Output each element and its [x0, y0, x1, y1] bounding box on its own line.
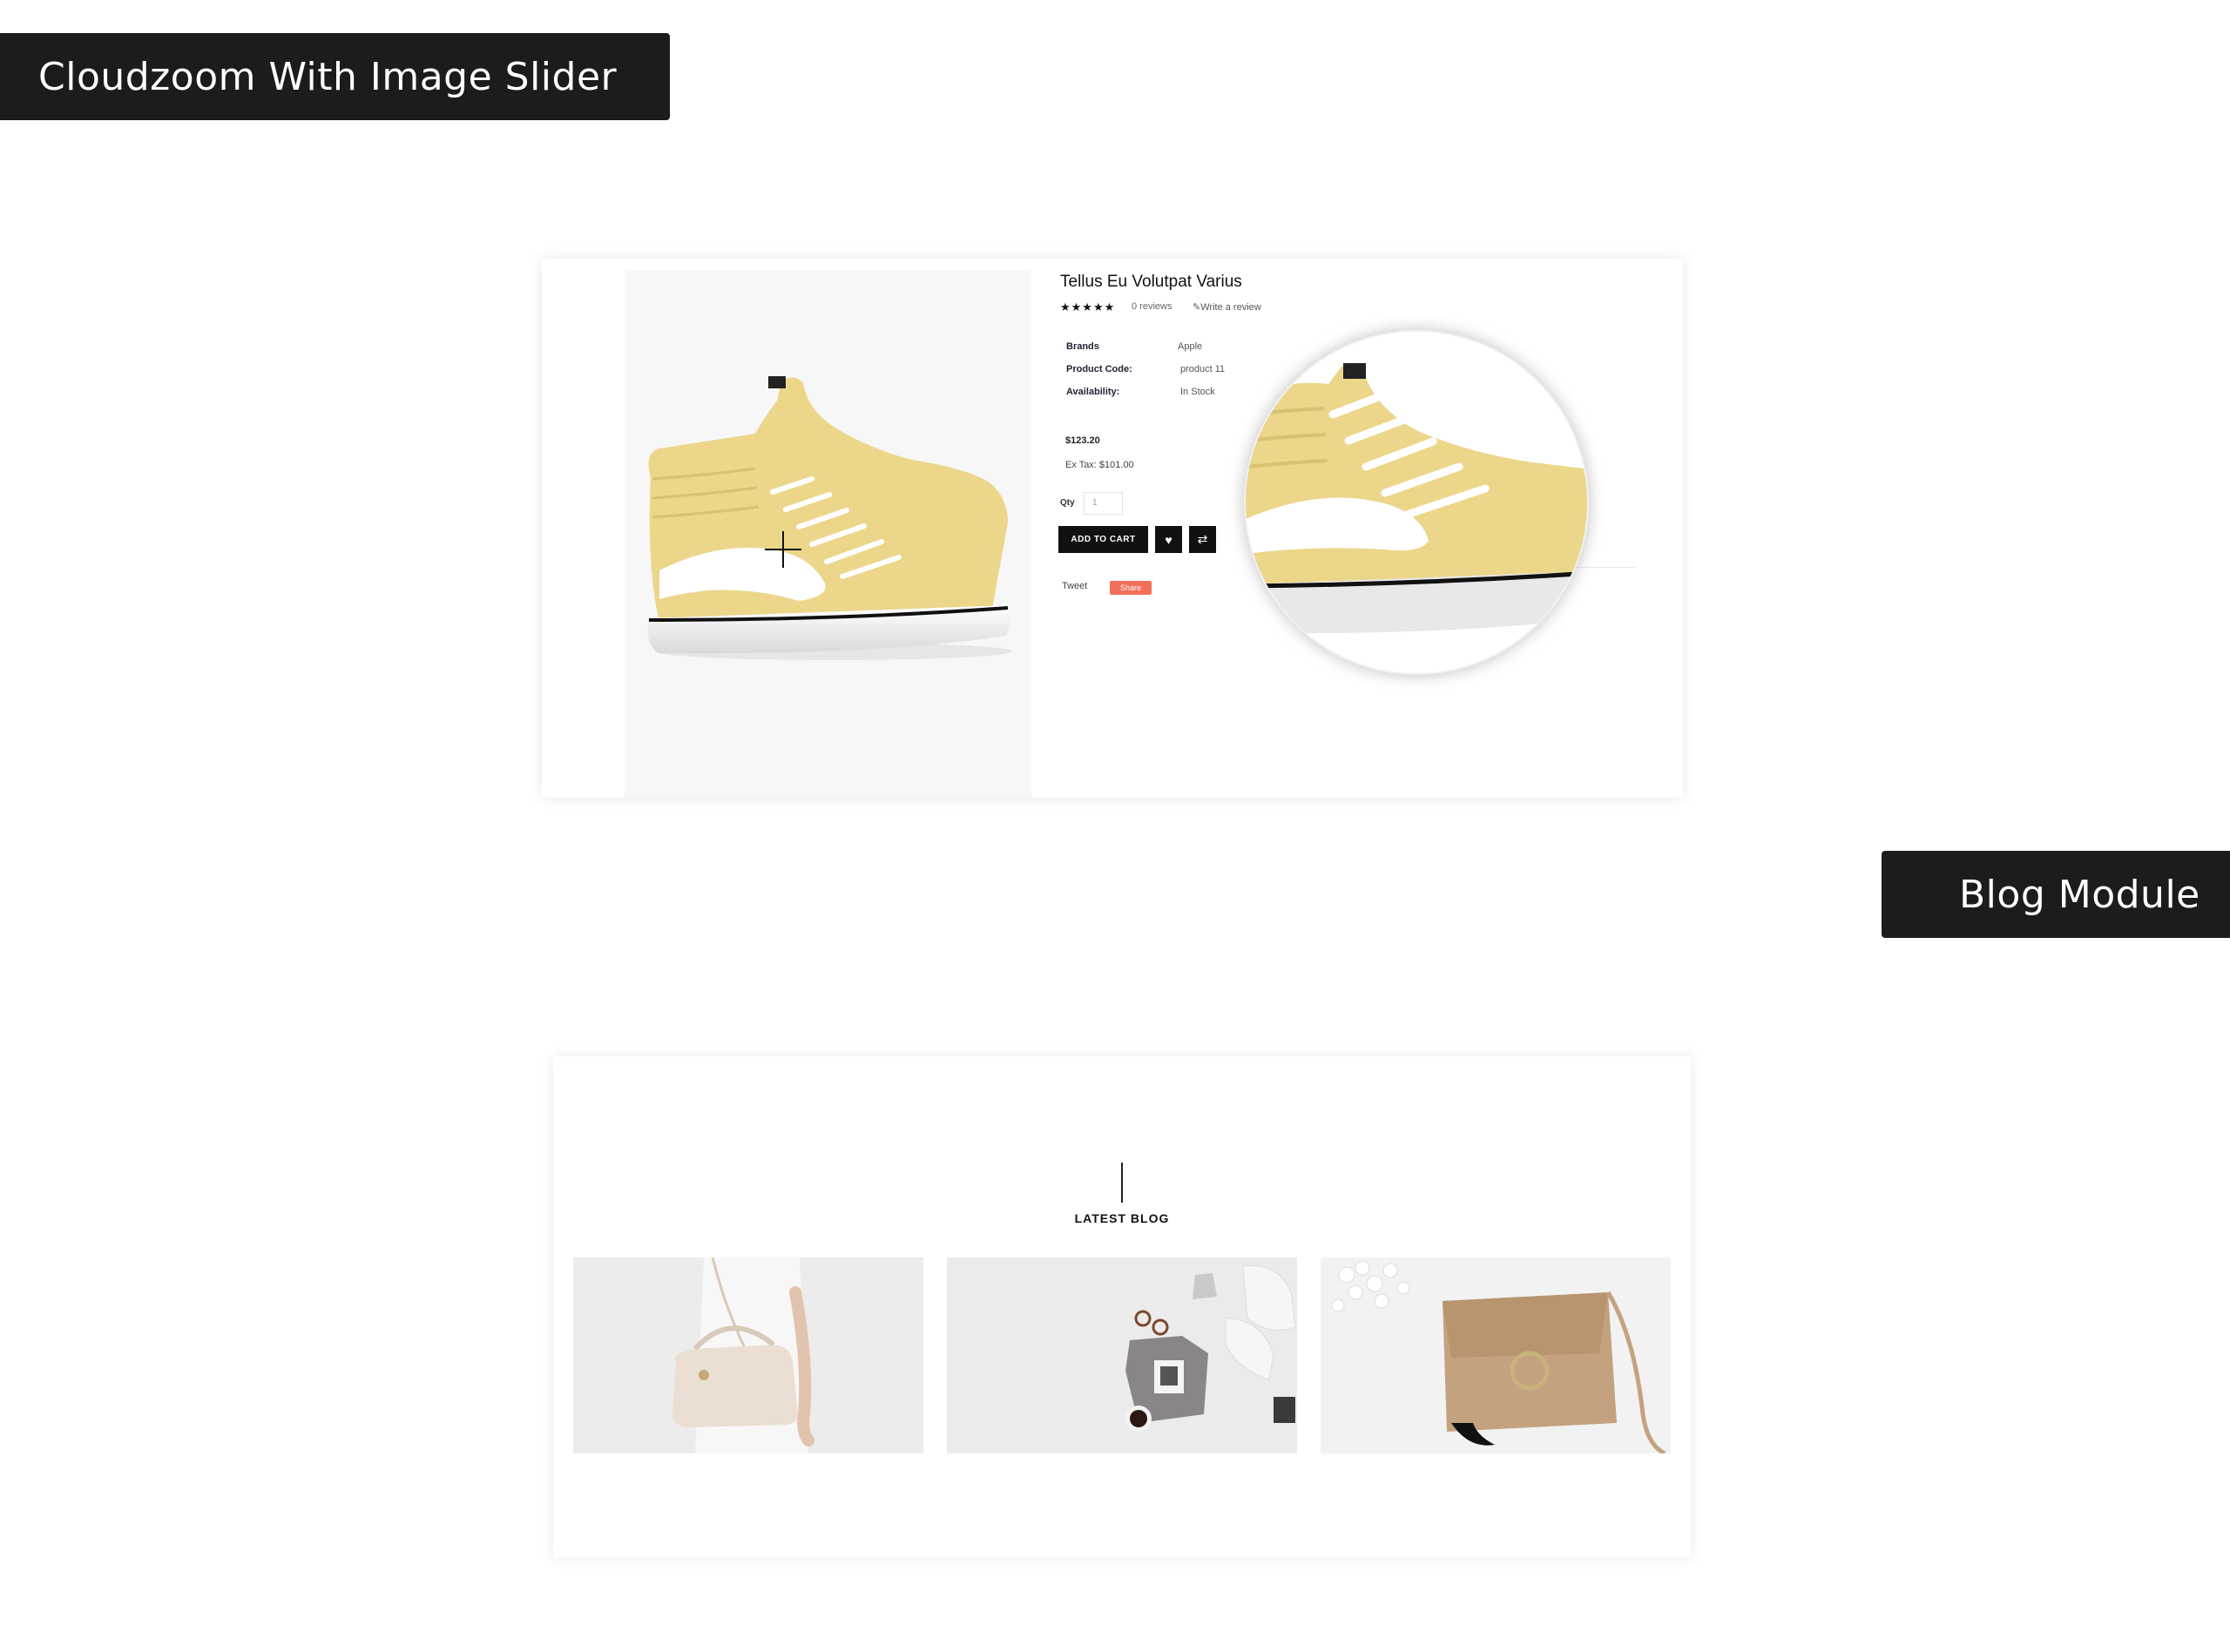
- spec-label-brands: Brands: [1066, 341, 1099, 352]
- zoom-lens: [1244, 330, 1589, 675]
- heart-icon: ♥: [1165, 532, 1172, 547]
- section-banner-blog: Blog Module: [1882, 851, 2230, 938]
- blog-card-3[interactable]: [1321, 1258, 1671, 1453]
- spec-value-brand[interactable]: Apple: [1178, 341, 1202, 352]
- share-button[interactable]: Share: [1110, 581, 1152, 595]
- blog-card-1[interactable]: [573, 1258, 923, 1453]
- product-title: Tellus Eu Volutpat Varius: [1060, 273, 1242, 291]
- blog-heading: LATEST BLOG: [1074, 1211, 1170, 1225]
- blog-image-flatlay: [947, 1258, 1297, 1453]
- blog-image-crossbody: [1321, 1258, 1671, 1453]
- rating-stars-icon: ★★★★★: [1060, 300, 1116, 314]
- product-image[interactable]: [625, 270, 1031, 798]
- spec-label-code: Product Code:: [1066, 364, 1132, 374]
- banner-title: Cloudzoom With Image Slider: [38, 54, 618, 99]
- blog-panel: LATEST BLOG: [553, 1056, 1691, 1558]
- product-ex-tax: Ex Tax: $101.00: [1065, 460, 1134, 470]
- tweet-button[interactable]: Tweet: [1062, 581, 1087, 591]
- banner-title: Blog Module: [1959, 872, 2200, 917]
- reviews-link[interactable]: 0 reviews: [1132, 301, 1172, 312]
- blog-card-2[interactable]: [947, 1258, 1297, 1453]
- spec-value-availability: In Stock: [1180, 387, 1215, 397]
- section-banner-cloudzoom: Cloudzoom With Image Slider: [0, 33, 670, 120]
- spec-value-code: product 11: [1180, 364, 1226, 374]
- write-review-link[interactable]: ✎Write a review: [1193, 301, 1261, 313]
- add-to-cart-button[interactable]: ADD TO CART: [1058, 526, 1148, 553]
- qty-input[interactable]: 1: [1084, 492, 1123, 515]
- qty-label: Qty: [1060, 498, 1075, 508]
- share-label: Share: [1119, 583, 1142, 592]
- wishlist-button[interactable]: ♥: [1155, 526, 1182, 553]
- compare-button[interactable]: ⇄: [1189, 526, 1216, 553]
- compare-icon: ⇄: [1197, 532, 1208, 546]
- shoe-image: [647, 376, 1012, 660]
- zoomed-shoe-image: [1246, 332, 1587, 673]
- spec-label-availability: Availability:: [1066, 387, 1120, 397]
- product-price: $123.20: [1065, 435, 1100, 446]
- heading-divider: [1121, 1163, 1123, 1203]
- blog-image-handbag: [573, 1258, 923, 1453]
- product-panel: Tellus Eu Volutpat Varius ★★★★★ 0 review…: [542, 259, 1683, 798]
